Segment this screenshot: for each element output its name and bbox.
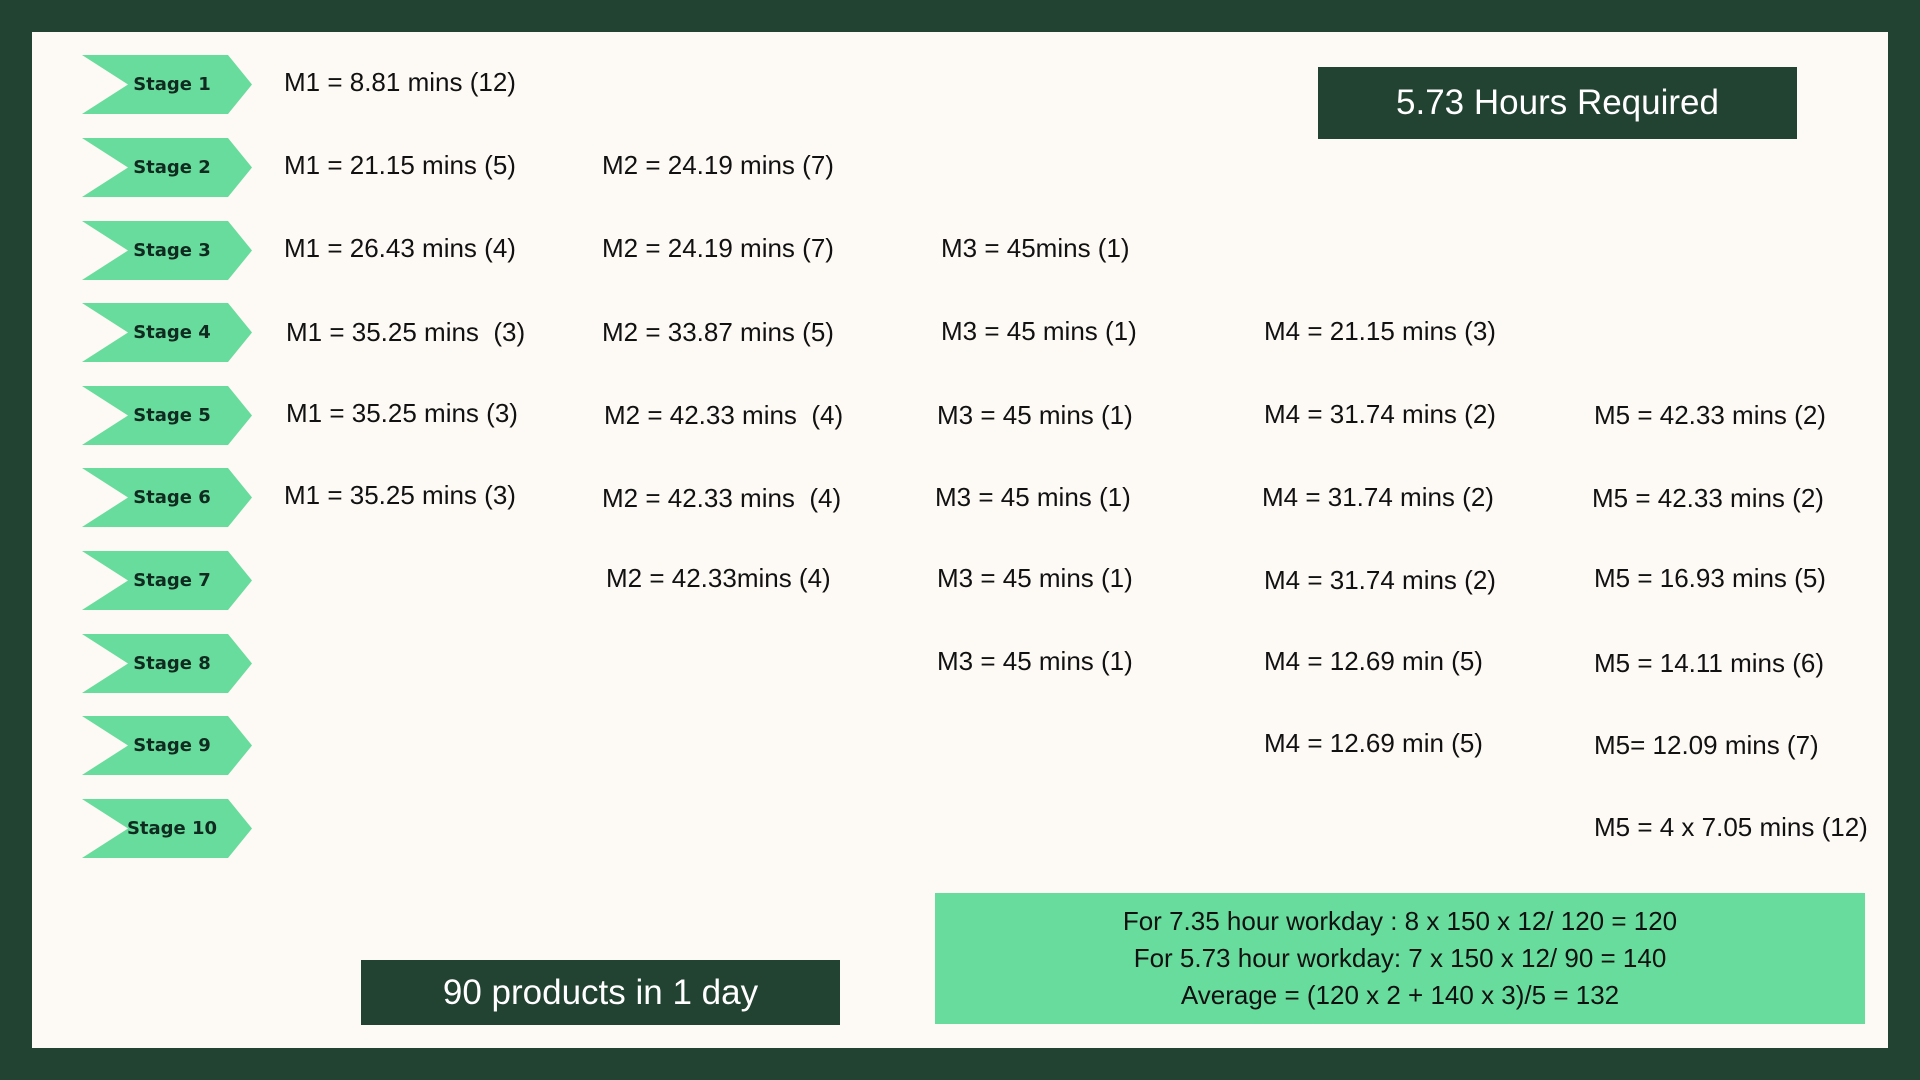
stage-7-m2: M2 = 42.33mins (4) xyxy=(606,563,831,593)
hours-required-text: 5.73 Hours Required xyxy=(1396,83,1719,122)
stage-7-m5: M5 = 16.93 mins (5) xyxy=(1594,563,1826,593)
hours-required-banner: 5.73 Hours Required xyxy=(1318,67,1797,139)
products-per-day-text: 90 products in 1 day xyxy=(442,972,759,1012)
stage-6-m3: M3 = 45 mins (1) xyxy=(935,482,1131,512)
stage-4-m2: M2 = 33.87 mins (5) xyxy=(602,317,834,347)
stage-2-m1: M1 = 21.15 mins (5) xyxy=(284,150,516,180)
stage-label: Stage 7 xyxy=(133,570,211,591)
stage-label: Stage 8 xyxy=(133,653,211,674)
stage-label: Stage 9 xyxy=(133,735,211,756)
stage-7-m3: M3 = 45 mins (1) xyxy=(937,563,1133,593)
stage-10-m5: M5 = 4 x 7.05 mins (12) xyxy=(1594,812,1868,842)
stage-9-m4: M4 = 12.69 min (5) xyxy=(1264,728,1483,758)
products-per-day-banner: 90 products in 1 day xyxy=(361,960,840,1025)
stage-8-m3: M3 = 45 mins (1) xyxy=(937,646,1133,676)
stage-3-m2: M2 = 24.19 mins (7) xyxy=(602,233,834,263)
stage-5-m3: M3 = 45 mins (1) xyxy=(937,400,1133,430)
stage-label: Stage 10 xyxy=(126,818,218,839)
stage-8-m5: M5 = 14.11 mins (6) xyxy=(1594,648,1825,678)
calc-line-3: Average = (120 x 2 + 140 x 3)/5 = 132 xyxy=(1180,980,1620,1010)
stage-label: Stage 3 xyxy=(133,240,211,261)
stage-6-m4: M4 = 31.74 mins (2) xyxy=(1262,482,1494,512)
stage-5-m4: M4 = 31.74 mins (2) xyxy=(1264,399,1496,429)
stage-5-m2: M2 = 42.33 mins (4) xyxy=(604,400,844,430)
stage-4-m4: M4 = 21.15 mins (3) xyxy=(1264,316,1496,346)
stage-4-m3: M3 = 45 mins (1) xyxy=(941,316,1137,346)
stage-3-m1: M1 = 26.43 mins (4) xyxy=(284,233,516,263)
workday-calculation-box: For 7.35 hour workday : 8 x 150 x 12/ 12… xyxy=(935,893,1865,1024)
stage-5-m1: M1 = 35.25 mins (3) xyxy=(286,398,518,428)
stage-label: Stage 5 xyxy=(133,405,211,426)
stage-label: Stage 6 xyxy=(133,487,211,508)
stage-6-m1: M1 = 35.25 mins (3) xyxy=(284,480,516,510)
stage-4-m1: M1 = 35.25 mins (3) xyxy=(286,317,526,347)
stage-7-m4: M4 = 31.74 mins (2) xyxy=(1264,565,1496,595)
stage-8-m4: M4 = 12.69 min (5) xyxy=(1264,646,1483,676)
stage-6-m2: M2 = 42.33 mins (4) xyxy=(602,483,842,513)
stage-9-m5: M5= 12.09 mins (7) xyxy=(1594,730,1819,760)
calc-line-2: For 5.73 hour workday: 7 x 150 x 12/ 90 … xyxy=(1133,943,1667,973)
stage-3-m3: M3 = 45mins (1) xyxy=(941,233,1130,263)
stage-label: Stage 4 xyxy=(133,322,211,343)
stage-6-m5: M5 = 42.33 mins (2) xyxy=(1592,483,1824,513)
stage-5-m5: M5 = 42.33 mins (2) xyxy=(1594,400,1826,430)
stage-1-m1: M1 = 8.81 mins (12) xyxy=(284,67,516,97)
stage-label: Stage 2 xyxy=(133,157,211,178)
stage-label: Stage 1 xyxy=(133,74,211,95)
stage-2-m2: M2 = 24.19 mins (7) xyxy=(602,150,834,180)
calc-line-1: For 7.35 hour workday : 8 x 150 x 12/ 12… xyxy=(1122,906,1678,936)
